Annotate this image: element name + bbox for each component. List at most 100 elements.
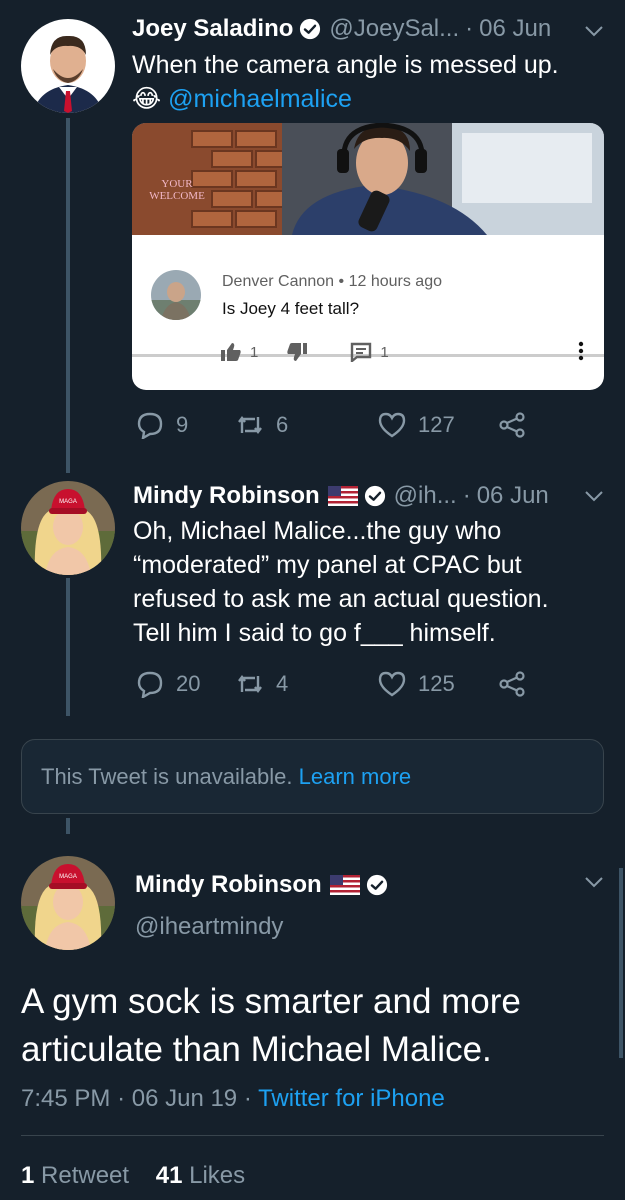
mention-link[interactable]: @michaelmalice — [168, 85, 352, 113]
tweet-text: When the camera angle is messed up. 😂 @m… — [132, 48, 602, 116]
reply-button[interactable]: 9 — [136, 411, 236, 439]
unavailable-text: This Tweet is unavailable. — [41, 764, 293, 789]
retweet-button[interactable]: 4 — [236, 670, 378, 698]
comment-reply: 1 — [350, 342, 389, 362]
heart-icon — [378, 412, 406, 438]
retweet-button[interactable]: 6 — [236, 411, 378, 439]
svg-text:MAGA: MAGA — [59, 874, 77, 880]
reply-icon — [137, 671, 163, 698]
learn-more-link[interactable]: Learn more — [299, 764, 412, 789]
tweet-meta: 7:45 PM · 06 Jun 19 · Twitter for iPhone — [21, 1085, 445, 1113]
comment-time: 12 hours ago — [348, 273, 442, 290]
chevron-down-icon[interactable] — [584, 25, 604, 37]
comment-author: Denver Cannon — [222, 273, 335, 290]
tweet-text-line: refused to ask me an actual question. — [133, 585, 549, 613]
media-attachment[interactable]: YOUR WELCOME Denver Cannon • 12 hours ag… — [132, 123, 604, 390]
thumbs-down-icon — [287, 343, 308, 361]
retweet-count: 6 — [276, 412, 289, 437]
author-name[interactable]: Mindy Robinson — [133, 482, 320, 510]
unavailable-tweet-card: This Tweet is unavailable. Learn more — [21, 739, 604, 814]
retweet-stat[interactable]: 1 Retweet — [21, 1162, 129, 1189]
comment-actions: 1 1 — [220, 342, 417, 362]
avatar — [151, 270, 201, 320]
comment-text: Is Joey 4 feet tall? — [222, 299, 360, 318]
author-handle[interactable]: @JoeySal... — [329, 15, 459, 43]
retweet-stat-label: Retweet — [41, 1162, 130, 1189]
thumbs-up-icon — [221, 343, 241, 361]
like-stat-count: 41 — [155, 1162, 183, 1189]
like-stat[interactable]: 41 Likes — [156, 1162, 245, 1189]
share-button[interactable] — [498, 670, 538, 698]
separator-dot: · — [462, 482, 471, 509]
like-count: 125 — [418, 671, 455, 696]
thread-line — [66, 578, 70, 716]
comment-meta: Denver Cannon • 12 hours ago — [222, 273, 442, 291]
tweet-text-line: When the camera angle is messed up. — [132, 51, 559, 79]
avatar[interactable]: MAGA — [21, 481, 115, 575]
us-flag-icon — [327, 486, 358, 506]
scrollbar[interactable] — [619, 868, 623, 1058]
retweet-icon — [238, 416, 262, 434]
svg-text:MAGA: MAGA — [59, 499, 77, 505]
tweet-actions: 20 4 125 — [136, 670, 538, 698]
share-icon — [499, 412, 525, 438]
retweet-count: 4 — [276, 671, 289, 696]
heart-icon — [378, 671, 406, 697]
reply-button[interactable]: 20 — [136, 670, 236, 698]
separator-dot: • — [338, 273, 349, 290]
chevron-down-icon[interactable] — [584, 876, 604, 888]
tweet-text-line: Tell him I said to go f___ himself. — [133, 619, 496, 647]
tweet-source-link[interactable]: Twitter for iPhone — [258, 1085, 445, 1112]
author-name[interactable]: Mindy Robinson — [135, 871, 322, 899]
comment-reply-count: 1 — [380, 343, 389, 361]
tweet-date[interactable]: 06 Jun — [477, 482, 549, 510]
more-vertical-icon — [578, 341, 584, 361]
tweet-actions: 9 6 127 — [136, 411, 538, 439]
tweet-text-line: Oh, Michael Malice...the guy who — [133, 517, 502, 545]
retweet-icon — [238, 675, 262, 693]
tweet-time: 7:45 PM — [21, 1085, 111, 1112]
tweet-text-line: 😂 @michaelmalice — [132, 82, 602, 116]
author-handle[interactable]: @ih... — [394, 482, 457, 510]
tweet-stats: 1 Retweet 41 Likes — [21, 1162, 245, 1190]
comment-dislike — [286, 342, 316, 362]
divider — [21, 1135, 604, 1136]
us-flag-icon — [329, 875, 360, 895]
thread-line — [66, 818, 70, 834]
laughing-emoji: 😂 — [132, 85, 162, 113]
like-stat-label: Likes — [189, 1162, 246, 1189]
verified-badge-icon — [300, 18, 321, 40]
tweet-date: 06 Jun 19 — [131, 1085, 238, 1112]
verified-badge-icon — [366, 874, 387, 896]
comment-like-count: 1 — [250, 343, 259, 361]
tweet-text: Oh, Michael Malice...the guy who “modera… — [133, 514, 613, 650]
verified-badge-icon — [364, 485, 385, 507]
author-name[interactable]: Joey Saladino — [132, 15, 293, 43]
tweet-header: Joey Saladino @JoeySal... · 06 Jun — [132, 15, 551, 43]
separator-dot: · — [243, 1085, 259, 1112]
chevron-down-icon[interactable] — [584, 490, 604, 502]
share-icon — [499, 671, 525, 697]
share-button[interactable] — [498, 411, 538, 439]
comment-icon — [351, 342, 372, 362]
like-count: 127 — [418, 412, 455, 437]
unavailable-message: This Tweet is unavailable. Learn more — [41, 764, 411, 790]
avatar[interactable]: MAGA — [21, 856, 115, 950]
reply-icon — [137, 412, 163, 439]
comment-like: 1 — [220, 342, 258, 362]
separator-dot: · — [117, 1085, 132, 1112]
like-button[interactable]: 127 — [378, 411, 498, 439]
avatar[interactable] — [21, 19, 115, 113]
author-handle[interactable]: @iheartmindy — [135, 913, 283, 941]
reply-count: 9 — [176, 412, 189, 437]
thread-line — [66, 118, 70, 473]
tweet-text: A gym sock is smarter and more articulat… — [21, 982, 521, 1069]
tweet-text-line: “moderated” my panel at CPAC but — [133, 551, 522, 579]
reply-count: 20 — [176, 671, 201, 696]
tweet-date[interactable]: 06 Jun — [479, 15, 551, 43]
separator-dot: · — [465, 15, 474, 42]
tweet-header: Mindy Robinson @ih... · 06 Jun — [133, 482, 549, 510]
like-button[interactable]: 125 — [378, 670, 498, 698]
main-author: Mindy Robinson — [135, 871, 388, 899]
sign-text: YOUR WELCOME — [149, 178, 205, 202]
